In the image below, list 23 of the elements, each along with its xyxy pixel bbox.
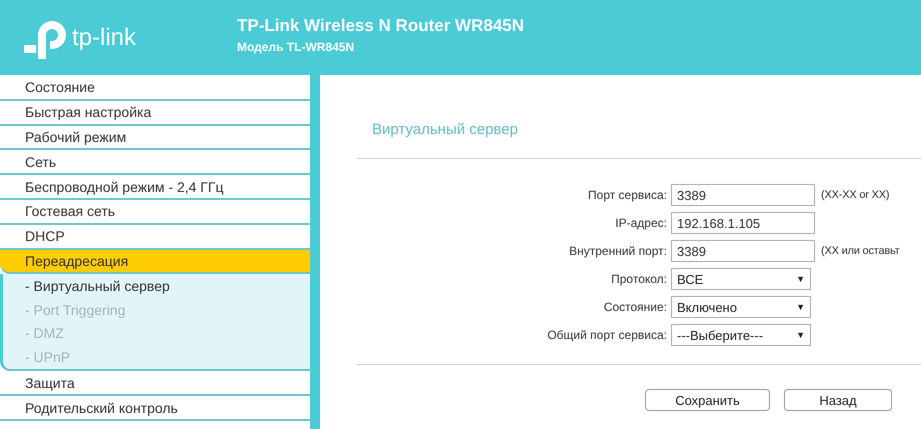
field-label: Общий порт сервиса: (546, 328, 667, 342)
field-label: Порт сервиса: (587, 188, 667, 202)
field-label: Внутренний порт: (568, 244, 667, 258)
section-title: Виртуальный сервер (371, 121, 519, 138)
field-label: Протокол: (610, 272, 667, 286)
logo-text: tp-link (72, 24, 136, 52)
input-field[interactable]: 3389 (671, 240, 815, 262)
dropdown[interactable]: Включено ▼ (671, 296, 811, 318)
field-hint: (XX или оставьт (821, 245, 901, 257)
router-title: TP-Link Wireless N Router WR845N (237, 16, 524, 36)
input-field[interactable]: 3389 (671, 184, 815, 206)
field-label: Состояние: (602, 300, 667, 314)
back-button[interactable]: Назад (784, 389, 892, 411)
model-subtitle: Модель TL-WR845N (237, 40, 356, 54)
field-label: IP-адрес: (614, 216, 667, 230)
submenu-item[interactable]: - Виртуальный сервер (25, 274, 310, 298)
save-button[interactable]: Сохранить (645, 389, 770, 411)
field-hint: (XX-XX or XX) (821, 189, 890, 201)
dropdown[interactable]: ---Выберите--- ▼ (671, 324, 811, 346)
menu-item[interactable]: Рабочий режим (0, 126, 310, 150)
dropdown[interactable]: ВСЕ ▼ (671, 268, 811, 290)
menu-item[interactable]: Переадресация (0, 250, 310, 274)
input-field[interactable]: 192.168.1.105 (671, 212, 815, 234)
